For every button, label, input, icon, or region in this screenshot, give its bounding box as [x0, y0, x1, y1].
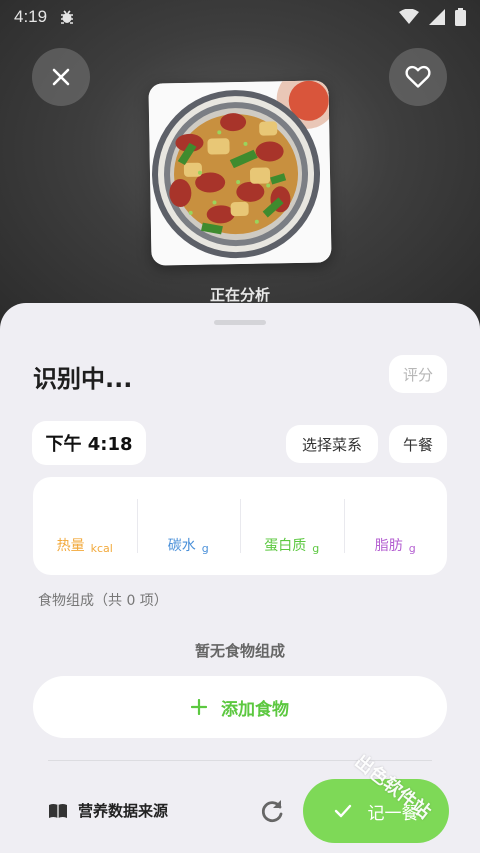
nutrition-fat: 脂肪 g — [343, 477, 448, 575]
add-food-label: 添加食物 — [221, 699, 289, 720]
nutrition-unit: g — [312, 542, 320, 555]
nutrition-source-label: 营养数据来源 — [78, 802, 169, 820]
empty-state-text: 暂无食物组成 — [194, 642, 285, 660]
nutrition-summary: 热量 kcal 碳水 g 蛋白质 g 脂肪 g — [33, 477, 447, 575]
heart-icon — [405, 65, 431, 88]
book-icon — [49, 803, 67, 818]
nutrition-unit: g — [201, 542, 209, 555]
nutrition-source-link[interactable]: 营养数据来源 — [48, 800, 168, 821]
nutrition-calories: 热量 kcal — [33, 477, 137, 575]
nutrition-protein: 蛋白质 g — [240, 477, 344, 575]
food-composition-heading: 食物组成（共 0 项） — [38, 593, 168, 609]
status-time: 4:19 — [14, 7, 48, 26]
check-icon — [334, 804, 351, 818]
battery-icon — [455, 8, 466, 26]
analyzing-status: 正在分析 — [209, 286, 270, 304]
nutrition-unit: g — [408, 542, 416, 555]
favorite-button[interactable] — [389, 48, 447, 106]
nutrition-label: 热量 — [56, 538, 85, 554]
meal-time[interactable]: 下午 4:18 — [32, 421, 146, 465]
plus-icon — [191, 699, 207, 715]
close-button[interactable] — [32, 48, 90, 106]
nutrition-label: 蛋白质 — [264, 538, 307, 554]
page-title: 识别中... — [33, 365, 133, 393]
rate-button[interactable]: 评分 — [389, 355, 447, 393]
refresh-icon[interactable] — [258, 797, 286, 825]
nutrition-carbs: 碳水 g — [136, 477, 241, 575]
nutrition-label: 脂肪 — [374, 538, 403, 554]
food-photo — [148, 80, 332, 266]
debug-icon — [61, 10, 74, 24]
drag-handle[interactable] — [214, 320, 266, 325]
add-food-button[interactable]: 添加食物 — [33, 676, 447, 738]
nutrition-unit: kcal — [90, 542, 113, 555]
meal-type-button[interactable]: 午餐 — [389, 425, 447, 463]
close-icon — [52, 68, 70, 86]
nutrition-label: 碳水 — [167, 538, 196, 554]
status-bar: 4:19 — [0, 0, 480, 34]
select-cuisine-button[interactable]: 选择菜系 — [286, 425, 378, 463]
signal-icon — [429, 9, 445, 25]
result-sheet: 识别中... 评分 下午 4:18 选择菜系 午餐 热量 kcal 碳水 g 蛋… — [0, 303, 480, 853]
wifi-icon — [399, 9, 419, 24]
